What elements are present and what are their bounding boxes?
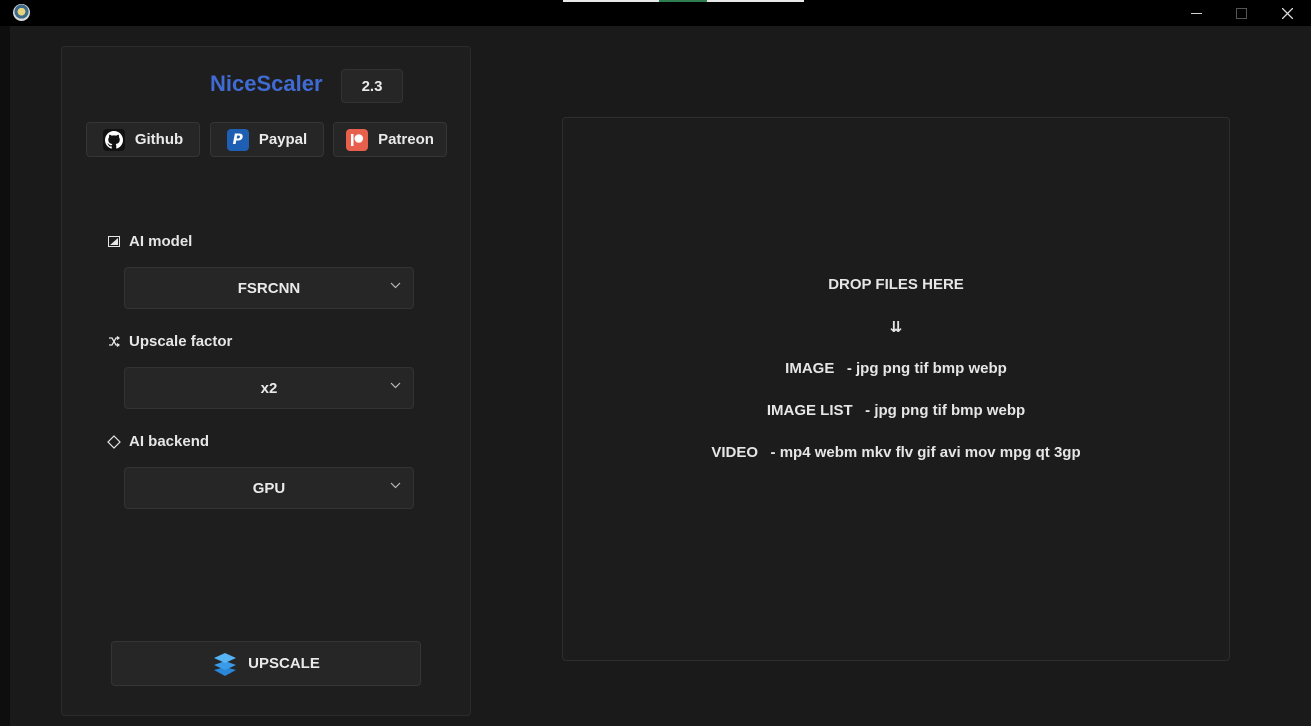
title-accent — [659, 0, 707, 2]
app-window: NiceScaler 2.3 Github P Paypal Patreon A… — [0, 0, 1311, 726]
image-formats: IMAGE - jpg png tif bmp webp — [785, 360, 1007, 377]
paypal-icon: P — [226, 128, 249, 151]
upscale-label: UPSCALE — [248, 655, 320, 672]
video-formats: VIDEO - mp4 webm mkv flv gif avi mov mpg… — [711, 444, 1081, 461]
close-icon — [1281, 7, 1293, 19]
github-label: Github — [134, 131, 184, 148]
sidebar-panel: NiceScaler 2.3 Github P Paypal Patreon A… — [61, 46, 471, 716]
arrow-down-icon: ⇊ — [889, 319, 903, 336]
drop-title: DROP FILES HERE — [828, 276, 964, 293]
upscale-factor-select[interactable]: x2 — [124, 367, 414, 409]
chevron-down-icon — [390, 382, 401, 389]
image-icon — [106, 234, 122, 250]
image-list-formats: IMAGE LIST - jpg png tif bmp webp — [766, 402, 1026, 419]
version-badge: 2.3 — [341, 69, 403, 103]
github-button[interactable]: Github — [86, 122, 200, 157]
chevron-down-icon — [390, 282, 401, 289]
app-name: NiceScaler — [210, 71, 323, 96]
ai-backend-label: AI backend — [129, 433, 210, 450]
maximize-button[interactable] — [1218, 0, 1264, 26]
ai-backend-value: GPU — [252, 479, 286, 497]
title-bar[interactable] — [0, 0, 1311, 26]
upscale-factor-label-row: Upscale factor — [106, 333, 232, 350]
github-icon — [102, 128, 125, 151]
file-drop-zone[interactable]: DROP FILES HERE ⇊ IMAGE - jpg png tif bm… — [562, 117, 1230, 661]
title-accent — [563, 0, 659, 2]
minimize-icon — [1190, 12, 1202, 14]
app-icon — [13, 4, 30, 21]
upscale-button[interactable]: UPSCALE — [111, 641, 421, 686]
ai-model-select[interactable]: FSRCNN — [124, 267, 414, 309]
minimize-button[interactable] — [1173, 0, 1219, 26]
paypal-label: Paypal — [258, 131, 308, 148]
patreon-button[interactable]: Patreon — [333, 122, 447, 157]
ai-model-value: FSRCNN — [237, 279, 301, 297]
shuffle-icon — [106, 334, 122, 350]
maximize-icon — [1235, 7, 1247, 19]
patreon-icon — [346, 128, 369, 151]
title-accent — [707, 0, 804, 2]
ai-model-label-row: AI model — [106, 233, 192, 250]
ai-backend-label-row: AI backend — [106, 433, 209, 450]
close-button[interactable] — [1264, 0, 1310, 26]
ai-backend-select[interactable]: GPU — [124, 467, 414, 509]
diamond-icon — [106, 434, 122, 450]
upscale-factor-label: Upscale factor — [129, 333, 233, 350]
upscale-factor-value: x2 — [260, 379, 278, 397]
window-left-edge — [0, 0, 10, 726]
patreon-label: Patreon — [378, 131, 434, 148]
chevron-down-icon — [390, 482, 401, 489]
ai-model-label: AI model — [129, 233, 193, 250]
paypal-button[interactable]: P Paypal — [210, 122, 324, 157]
layers-icon — [212, 651, 238, 677]
